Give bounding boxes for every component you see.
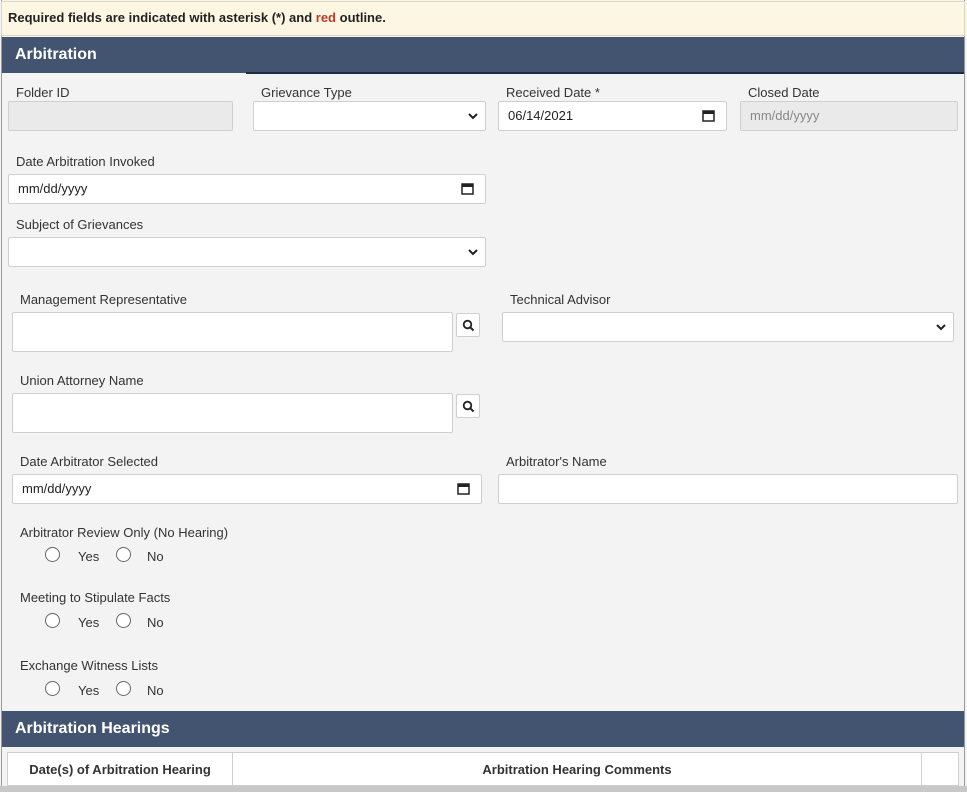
hearings-section-header: Arbitration Hearings [2,711,964,747]
witness-yes-radio[interactable] [45,681,60,696]
date-arbitrator-selected-input[interactable]: mm/dd/yyyy [12,474,482,504]
folder-id-label: Folder ID [16,85,70,100]
received-date-input[interactable]: 06/14/2021 [498,101,727,131]
grievance-type-select[interactable] [253,101,486,131]
union-attorney-field[interactable] [12,393,453,433]
section-header-underline [246,72,964,74]
subject-label: Subject of Grievances [16,217,144,232]
received-date-label: Received Date * [506,85,600,100]
stipulate-no-label: No [147,615,164,630]
arbitration-section-title: Arbitration [15,46,97,63]
date-invoked-input[interactable]: mm/dd/yyyy [8,174,486,204]
management-rep-lookup-button[interactable] [456,313,480,337]
arbitration-section-header: Arbitration [2,37,964,73]
chevron-down-icon [468,249,478,256]
review-only-no-radio[interactable] [116,547,131,562]
stipulate-no-radio[interactable] [116,613,131,628]
horizontal-scrollbar[interactable] [0,786,967,792]
hearings-table: Date(s) of Arbitration Hearing Arbitrati… [7,752,959,786]
technical-advisor-label: Technical Advisor [510,292,611,307]
notice-suffix: outline. [339,10,386,25]
witness-no-label: No [147,683,164,698]
hearings-section-title: Arbitration Hearings [15,720,170,737]
closed-date-input: mm/dd/yyyy [740,101,958,131]
review-only-label: Arbitrator Review Only (No Hearing) [20,525,229,540]
witness-yes-label: Yes [78,683,100,698]
grievance-type-label: Grievance Type [261,85,352,100]
review-only-yes-radio[interactable] [45,547,60,562]
subject-select[interactable] [8,237,486,267]
required-fields-notice: Required fields are indicated with aster… [1,1,965,36]
review-only-yes-label: Yes [78,549,100,564]
search-icon [462,400,475,413]
calendar-icon[interactable] [461,182,474,195]
date-arbitrator-selected-placeholder: mm/dd/yyyy [22,481,92,496]
stipulate-label: Meeting to Stipulate Facts [20,590,171,605]
actions-column-header [922,753,958,785]
witness-no-radio[interactable] [116,681,131,696]
received-date-value: 06/14/2021 [508,108,574,123]
witness-label: Exchange Witness Lists [20,658,159,673]
notice-prefix: Required fields are indicated with aster… [8,10,313,25]
chevron-down-icon [936,324,946,331]
hearing-dates-column-header[interactable]: Date(s) of Arbitration Hearing [8,753,233,785]
union-attorney-lookup-button[interactable] [456,394,480,418]
closed-date-placeholder: mm/dd/yyyy [750,108,820,123]
date-invoked-label: Date Arbitration Invoked [16,154,155,169]
arbitrator-name-label: Arbitrator's Name [506,454,607,469]
search-icon [462,319,475,332]
management-rep-field[interactable] [12,312,453,352]
stipulate-yes-label: Yes [78,615,100,630]
review-only-no-label: No [147,549,164,564]
chevron-down-icon [468,113,478,120]
notice-red-word: red [315,10,336,25]
folder-id-field [8,101,233,131]
closed-date-label: Closed Date [748,85,820,100]
date-invoked-placeholder: mm/dd/yyyy [18,181,88,196]
stipulate-yes-radio[interactable] [45,613,60,628]
calendar-icon[interactable] [702,109,715,122]
technical-advisor-select[interactable] [502,312,954,342]
date-arbitrator-selected-label: Date Arbitrator Selected [20,454,159,469]
management-rep-label: Management Representative [20,292,187,307]
calendar-icon[interactable] [457,482,470,495]
union-attorney-label: Union Attorney Name [20,373,144,388]
arbitrator-name-field[interactable] [498,474,958,504]
hearing-comments-column-header[interactable]: Arbitration Hearing Comments [233,753,922,785]
